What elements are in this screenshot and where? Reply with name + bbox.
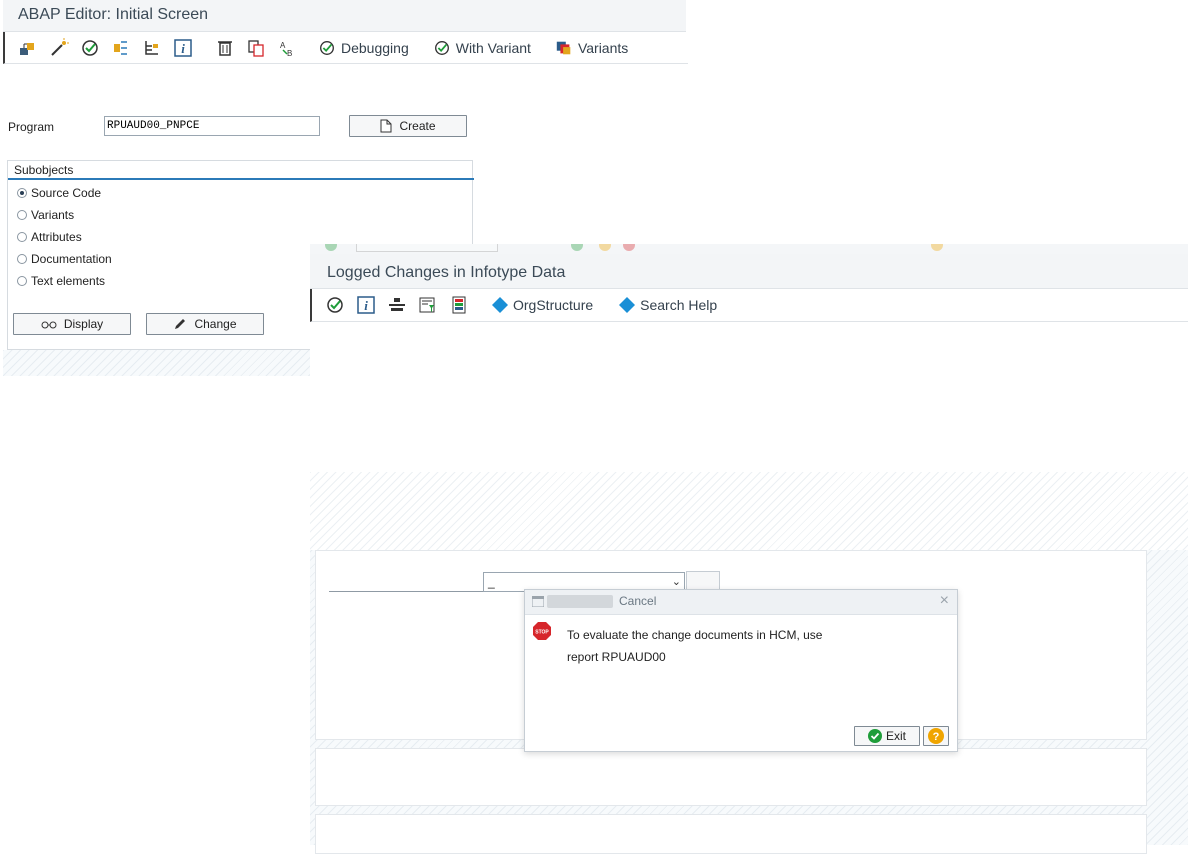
search-help-button[interactable]: Search Help (619, 294, 717, 316)
abap-editor-title: ABAP Editor: Initial Screen (18, 6, 209, 23)
radio-indicator[interactable] (17, 232, 27, 242)
abap-editor-title-bar: ABAP Editor: Initial Screen (3, 0, 686, 32)
glasses-icon (41, 319, 57, 329)
svg-text:i: i (364, 298, 368, 313)
diamond-icon (619, 297, 636, 313)
search-help-label: Search Help (640, 297, 718, 313)
pencil-icon (173, 317, 187, 331)
selection-panel-3 (315, 814, 1147, 854)
radio-label: Variants (31, 208, 75, 222)
svg-text:STOP: STOP (535, 630, 549, 636)
dropdown-value: _ (488, 575, 495, 589)
program-label: Program (8, 120, 55, 134)
debugging-label: Debugging (341, 39, 409, 56)
radio-text-elements[interactable]: Text elements (17, 274, 105, 288)
content-panel-top (310, 322, 1188, 472)
radio-indicator[interactable] (17, 276, 27, 286)
where-used-icon[interactable] (110, 37, 132, 59)
change-button[interactable]: Change (146, 313, 264, 335)
with-variant-icon (434, 40, 449, 55)
radio-label: Text elements (31, 274, 106, 288)
close-icon[interactable]: × (940, 592, 949, 610)
radio-label: Source Code (31, 186, 102, 200)
radio-label: Attributes (31, 230, 82, 244)
diamond-icon (492, 297, 508, 313)
change-label: Change (194, 317, 237, 331)
variants-label: Variants (577, 39, 629, 56)
radio-attributes[interactable]: Attributes (17, 230, 82, 244)
background-toolbar-ghost (310, 244, 1188, 254)
help-icon: ? (928, 728, 944, 744)
logged-changes-toolbar: i OrgStructure Search Help (310, 289, 1188, 322)
debugging-button[interactable]: Debugging (318, 37, 409, 59)
radio-source-code[interactable]: Source Code (17, 186, 101, 200)
hierarchy-icon[interactable] (141, 37, 163, 59)
dialog-message-line-2: report RPUAUD00 (567, 650, 666, 664)
stop-icon: STOP (533, 622, 551, 643)
radio-indicator[interactable] (17, 210, 27, 220)
orgstructure-button[interactable]: OrgStructure (492, 294, 593, 316)
svg-text:?: ? (933, 731, 940, 743)
svg-text:B: B (287, 49, 292, 58)
info-icon[interactable]: i (355, 294, 377, 316)
svg-text:i: i (181, 41, 185, 56)
dialog-window-icon (531, 595, 545, 610)
abap-editor-toolbar: i AB Debugging With Variant Variants (3, 32, 688, 64)
object-list-icon[interactable] (17, 37, 39, 59)
info-icon[interactable]: i (172, 37, 194, 59)
create-button[interactable]: Create (349, 115, 467, 137)
radio-variants[interactable]: Variants (17, 208, 74, 222)
selection-panel-2 (315, 748, 1147, 806)
logged-changes-content (310, 322, 1188, 854)
dialog-message-line-1: To evaluate the change documents in HCM,… (567, 628, 823, 642)
new-document-icon (380, 119, 392, 133)
cancel-dialog: Cancel × STOP To evaluate the change doc… (524, 589, 958, 752)
dialog-title: Cancel (619, 594, 657, 608)
radio-documentation[interactable]: Documentation (17, 252, 112, 266)
with-variant-label: With Variant (455, 39, 531, 56)
align-icon[interactable] (386, 294, 408, 316)
execute-icon[interactable] (79, 37, 101, 59)
magic-wand-icon[interactable] (48, 37, 70, 59)
subobjects-title: Subobjects (14, 163, 74, 177)
delete-icon[interactable] (214, 37, 236, 59)
exit-button[interactable]: Exit (854, 726, 920, 746)
with-variant-button[interactable]: With Variant (433, 37, 531, 59)
filter-icon[interactable] (417, 294, 439, 316)
radio-label: Documentation (31, 252, 112, 266)
subobjects-divider (8, 178, 474, 180)
copy-icon[interactable] (245, 37, 267, 59)
logged-changes-title: Logged Changes in Infotype Data (327, 264, 566, 281)
radio-indicator[interactable] (17, 254, 27, 264)
dialog-header: Cancel × (525, 590, 957, 615)
variants-button[interactable]: Variants (555, 37, 628, 59)
logged-changes-title-bar: Logged Changes in Infotype Data (310, 254, 1188, 289)
create-label: Create (399, 119, 436, 133)
check-circle-icon (867, 729, 882, 743)
dialog-message: To evaluate the change documents in HCM,… (567, 624, 897, 668)
variants-icon (556, 41, 571, 54)
layout-icon[interactable] (448, 294, 470, 316)
debugging-icon (320, 40, 334, 55)
background-pattern (310, 472, 1188, 550)
rename-icon[interactable]: AB (276, 37, 298, 59)
help-button[interactable]: ? (923, 726, 949, 746)
program-input[interactable] (104, 116, 320, 136)
execute-icon[interactable] (324, 294, 346, 316)
field-underline (329, 591, 484, 592)
exit-label: Exit (885, 729, 906, 743)
svg-text:A: A (280, 41, 286, 50)
display-label: Display (63, 317, 104, 331)
radio-indicator[interactable] (17, 188, 27, 198)
blurred-title-region (547, 595, 613, 608)
display-button[interactable]: Display (13, 313, 131, 335)
logged-changes-window: Logged Changes in Infotype Data i OrgStr… (310, 244, 1188, 854)
orgstructure-label: OrgStructure (513, 297, 594, 313)
